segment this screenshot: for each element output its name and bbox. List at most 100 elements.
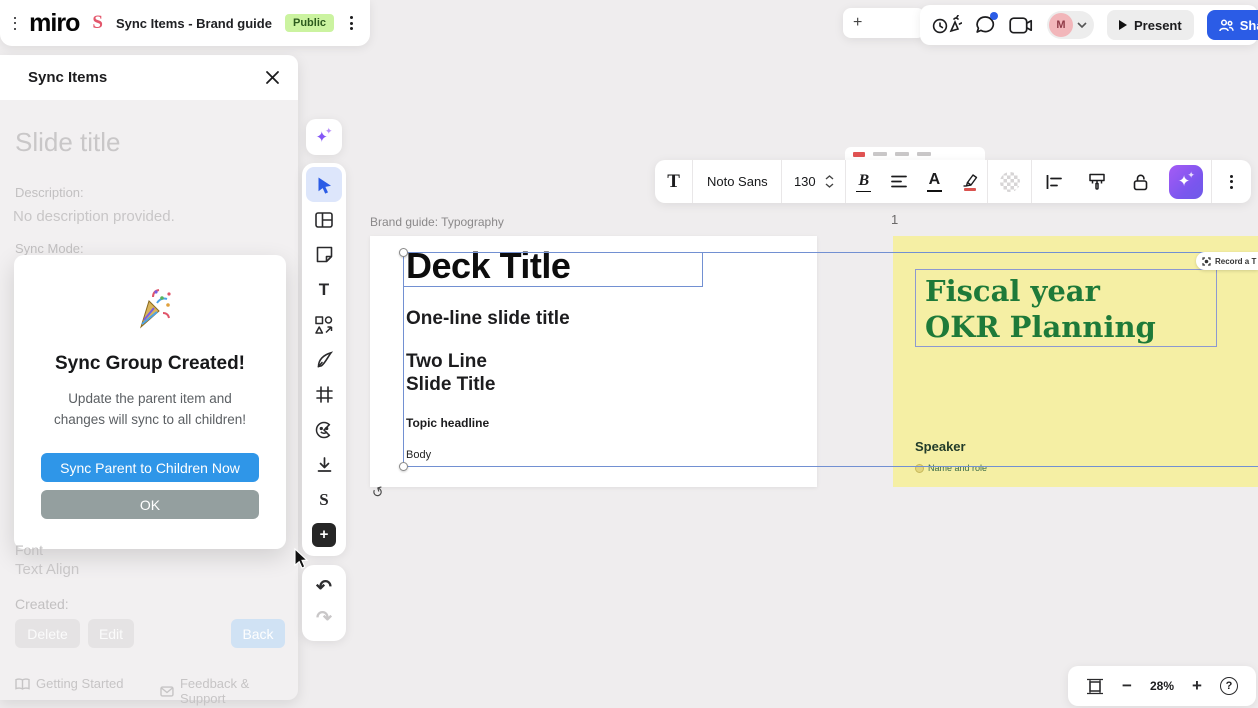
frame-icon <box>316 386 333 403</box>
sticky-note-tool[interactable] <box>306 237 342 272</box>
slide-title-field[interactable]: Slide title <box>15 127 121 158</box>
app-header: miro S Sync Items - Brand guide Public <box>0 0 370 46</box>
shapes-icon <box>315 316 333 334</box>
share-button[interactable]: Share <box>1207 10 1258 40</box>
created-label: Created: <box>15 596 69 612</box>
description-label: Description: <box>15 185 84 200</box>
zoom-toolbar: − 28% + ? <box>1068 666 1256 706</box>
chevron-down-icon <box>825 183 834 188</box>
sticker-smiley-icon <box>315 421 333 439</box>
miro-logo[interactable]: miro <box>29 9 79 38</box>
ai-format-button[interactable]: ✦ ✦ <box>1162 160 1211 203</box>
sync-items-app-icon: S <box>92 12 103 34</box>
import-icon <box>316 456 333 473</box>
reactions-icon[interactable] <box>932 15 962 35</box>
fit-frame-icon <box>1086 678 1104 695</box>
one-line-title-text[interactable]: One-line slide title <box>406 308 570 330</box>
description-value: No description provided. <box>13 208 175 225</box>
select-tool[interactable] <box>306 167 342 202</box>
topic-headline-text[interactable]: Topic headline <box>406 416 489 430</box>
object-align-button[interactable] <box>1032 160 1075 203</box>
sync-mode-label: Sync Mode: <box>15 241 84 256</box>
zoom-in-button[interactable]: + <box>1192 676 1202 696</box>
book-icon <box>15 678 30 690</box>
sync-items-panel: Sync Items Slide title Description: No d… <box>0 55 298 700</box>
redo-button[interactable]: ↷ <box>316 609 332 628</box>
modal-message: Update the parent item and changes will … <box>54 388 246 430</box>
ai-assist-button[interactable]: ✦ ✦ <box>306 119 342 155</box>
sticky-note-icon <box>316 246 333 263</box>
stickers-tool[interactable] <box>306 412 342 447</box>
add-slide-strip: + <box>843 8 925 38</box>
fill-color-button[interactable] <box>988 160 1031 203</box>
import-tool[interactable] <box>306 447 342 482</box>
text-align-button[interactable] <box>881 160 916 203</box>
getting-started-link[interactable]: Getting Started <box>15 676 123 691</box>
pen-icon <box>316 351 333 368</box>
background-popup-partial <box>845 147 985 161</box>
text-style-button[interactable]: T <box>655 160 692 203</box>
selection-handle-top-left[interactable] <box>399 248 408 257</box>
zoom-out-button[interactable]: − <box>1122 676 1132 696</box>
comments-icon[interactable] <box>975 15 996 35</box>
slide-1[interactable]: Fiscal year OKR Planning Speaker Name an… <box>893 236 1258 487</box>
shapes-tool[interactable] <box>306 307 342 342</box>
present-button[interactable]: Present <box>1107 10 1194 40</box>
panel-header: Sync Items <box>0 55 298 100</box>
brush-icon <box>1088 173 1106 190</box>
speaker-label[interactable]: Speaker <box>915 439 966 454</box>
panel-title: Sync Items <box>28 69 107 86</box>
format-brush-button[interactable] <box>1076 160 1119 203</box>
slide-title-textbox[interactable]: Fiscal year OKR Planning <box>915 269 1217 347</box>
deck-title-text[interactable]: Deck Title <box>406 245 570 287</box>
two-line-title-text[interactable]: Two LineSlide Title <box>406 350 495 396</box>
add-icon[interactable]: + <box>853 14 862 32</box>
zoom-level[interactable]: 28% <box>1150 679 1174 693</box>
pen-tool[interactable] <box>306 342 342 377</box>
templates-tool[interactable] <box>306 202 342 237</box>
font-size-control[interactable]: 130 <box>782 160 845 203</box>
close-icon[interactable] <box>265 70 280 85</box>
back-button[interactable]: Back <box>231 619 285 648</box>
text-align-label: Text Align <box>15 561 79 578</box>
undo-button[interactable]: ↶ <box>316 578 332 597</box>
feedback-support-link[interactable]: Feedback & Support <box>160 676 298 706</box>
video-call-icon[interactable] <box>1009 17 1034 34</box>
typography-frame[interactable]: Deck Title One-line slide title Two Line… <box>370 236 817 487</box>
text-color-button[interactable]: A <box>917 160 952 203</box>
highlight-color-button[interactable] <box>952 160 987 203</box>
sync-items-tool[interactable]: S <box>306 482 342 517</box>
chevron-down-icon <box>1077 22 1087 28</box>
frame-title[interactable]: Brand guide: Typography <box>370 215 504 229</box>
lock-button[interactable] <box>1119 160 1162 203</box>
text-tool[interactable]: T <box>306 272 342 307</box>
help-icon[interactable]: ? <box>1220 677 1238 695</box>
align-left-icon <box>891 175 907 188</box>
board-menu-icon[interactable] <box>347 13 356 33</box>
add-apps-tool[interactable]: + <box>306 517 342 552</box>
frame-tool[interactable] <box>306 377 342 412</box>
body-text[interactable]: Body <box>406 449 431 461</box>
selection-handle-bottom-left[interactable] <box>399 462 408 471</box>
highlight-color-swatch <box>964 188 976 191</box>
notification-dot <box>990 12 998 20</box>
ok-button[interactable]: OK <box>41 490 259 519</box>
bold-button[interactable]: B <box>846 160 881 203</box>
font-size-stepper[interactable] <box>825 175 834 188</box>
creation-toolbar: T S + <box>302 163 346 556</box>
user-account-menu[interactable]: M <box>1047 11 1094 39</box>
fit-to-screen-icon[interactable] <box>1086 678 1104 695</box>
visibility-badge[interactable]: Public <box>285 14 334 32</box>
templates-icon <box>315 212 333 228</box>
speaker-name-role[interactable]: Name and role <box>915 463 987 473</box>
slides-panel-icon <box>853 152 865 157</box>
font-family-select[interactable]: Noto Sans <box>693 160 781 203</box>
edit-button[interactable]: Edit <box>88 619 134 648</box>
more-options-button[interactable] <box>1212 160 1251 203</box>
play-icon <box>1119 20 1127 30</box>
sync-parent-button[interactable]: Sync Parent to Children Now <box>41 453 259 482</box>
record-talktrack-button[interactable]: Record a T <box>1196 252 1258 270</box>
board-title[interactable]: Sync Items - Brand guide <box>116 16 272 31</box>
delete-button[interactable]: Delete <box>15 619 80 648</box>
main-menu-icon[interactable] <box>14 17 16 30</box>
